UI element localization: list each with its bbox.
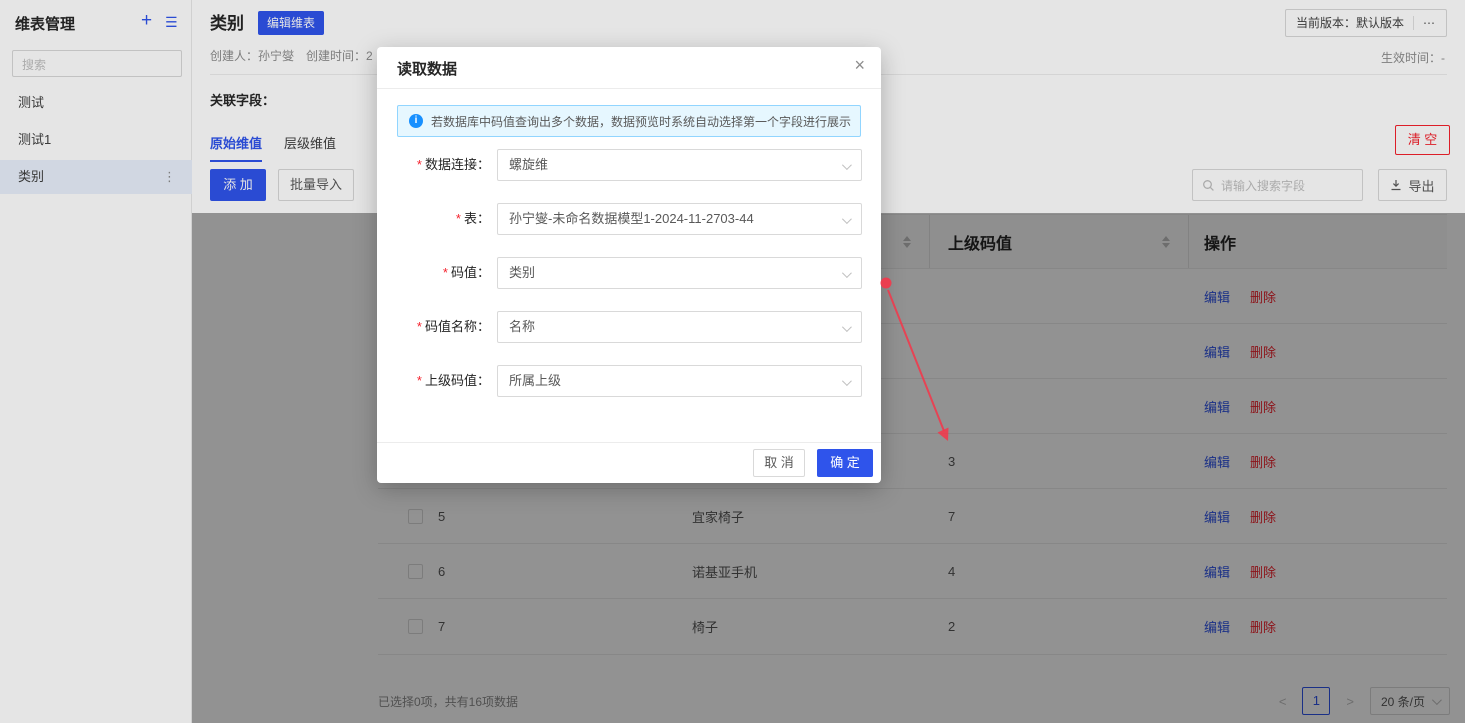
cancel-button[interactable]: 取 消: [753, 449, 805, 477]
confirm-button[interactable]: 确 定: [817, 449, 873, 477]
field-select[interactable]: 名称: [497, 311, 862, 343]
form-row: *码值：类别: [377, 257, 881, 289]
form-row: *码值名称：名称: [377, 311, 881, 343]
form-row: *上级码值：所属上级: [377, 365, 881, 397]
info-icon: i: [409, 114, 423, 128]
read-data-modal: 读取数据 × i 若数据库中码值查询出多个数据，数据预览时系统自动选择第一个字段…: [377, 47, 881, 483]
field-label: *码值：: [377, 257, 490, 289]
field-label: *数据连接：: [377, 149, 490, 181]
chevron-down-icon: [842, 214, 852, 224]
app-root: 维表管理 + ☰ 搜索 测试测试1类别⋮ 类别 编辑维表 当前版本：默认版本 ⋯…: [0, 0, 1465, 723]
chevron-down-icon: [842, 160, 852, 170]
field-label: *表：: [377, 203, 490, 235]
chevron-down-icon: [842, 322, 852, 332]
field-select[interactable]: 所属上级: [497, 365, 862, 397]
modal-header-divider: [377, 88, 881, 89]
field-label: *上级码值：: [377, 365, 490, 397]
field-select[interactable]: 类别: [497, 257, 862, 289]
field-label: *码值名称：: [377, 311, 490, 343]
modal-footer-divider: [377, 442, 881, 443]
chevron-down-icon: [842, 376, 852, 386]
field-select[interactable]: 孙宁燮-未命名数据模型1-2024-11-2703-44: [497, 203, 862, 235]
info-alert-text: 若数据库中码值查询出多个数据，数据预览时系统自动选择第一个字段进行展示: [431, 113, 851, 130]
required-asterisk: *: [417, 373, 422, 388]
form-row: *数据连接：螺旋维: [377, 149, 881, 181]
required-asterisk: *: [443, 265, 448, 280]
required-asterisk: *: [417, 157, 422, 172]
info-alert: i 若数据库中码值查询出多个数据，数据预览时系统自动选择第一个字段进行展示: [397, 105, 861, 137]
required-asterisk: *: [417, 319, 422, 334]
close-icon[interactable]: ×: [854, 55, 865, 76]
form-row: *表：孙宁燮-未命名数据模型1-2024-11-2703-44: [377, 203, 881, 235]
field-select[interactable]: 螺旋维: [497, 149, 862, 181]
required-asterisk: *: [456, 211, 461, 226]
chevron-down-icon: [842, 268, 852, 278]
modal-title: 读取数据: [397, 58, 457, 79]
